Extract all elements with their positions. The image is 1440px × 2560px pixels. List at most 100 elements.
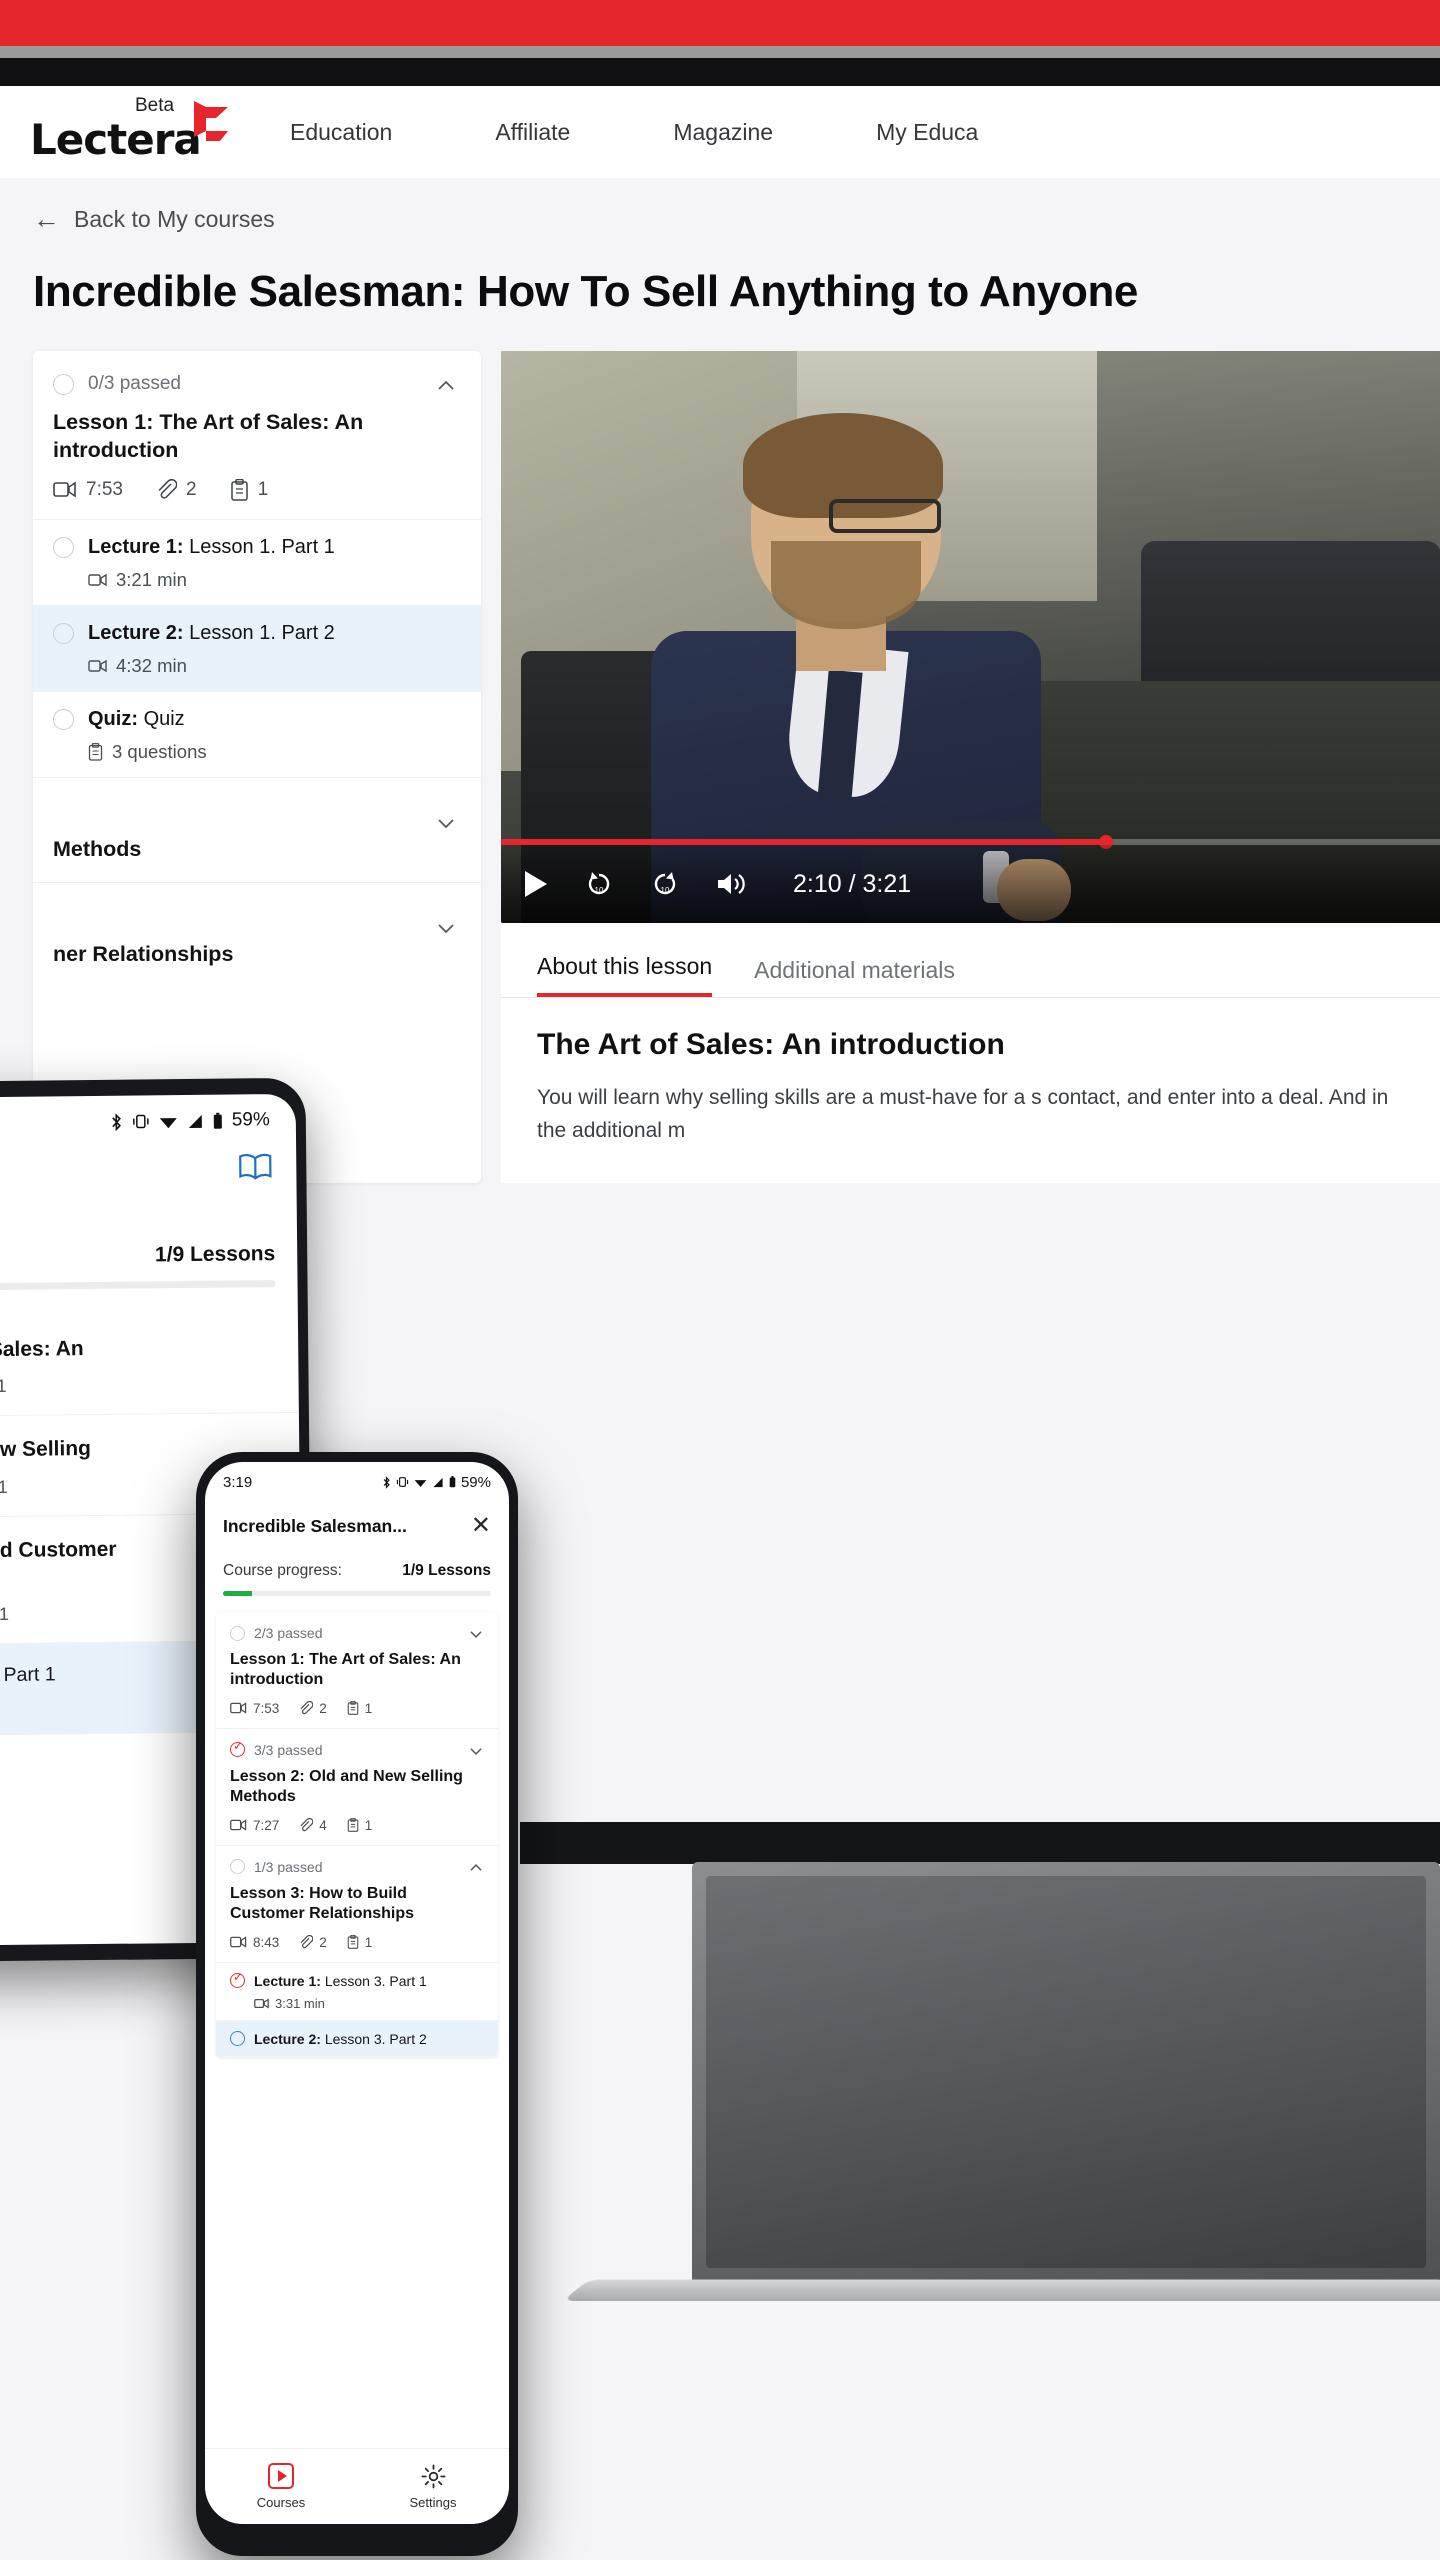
svg-text:10: 10: [661, 886, 670, 895]
lecture-2-number: Lecture 2:: [88, 621, 184, 644]
phone-mockup: 3:19 59% Incredible Salesman... ✕ Course…: [196, 1452, 518, 2556]
tablet-book-button[interactable]: [0, 1146, 296, 1184]
back-to-my-courses-link[interactable]: ← Back to My courses: [33, 178, 1440, 233]
lesson-list-panel: 0/3 passed Lesson 1: The Art of Sales: A…: [33, 351, 481, 1184]
phone-lesson-3-attachments-count: 2: [319, 1934, 327, 1950]
phone-lesson-1-head: 2/3 passed: [230, 1625, 484, 1641]
lecture-1-number: Lecture 1:: [88, 535, 184, 558]
chevron-up-icon[interactable]: [435, 375, 455, 395]
person-beard: [771, 541, 921, 629]
lecture-1-duration: 3:21 min: [53, 569, 457, 591]
lecture-1-top: Lecture 1: Lesson 1. Part 1: [53, 536, 457, 559]
laptop-mockup: [520, 1822, 1440, 2560]
vibrate-icon: [132, 1113, 150, 1129]
bluetooth-icon: [110, 1112, 123, 1131]
tablet-progress-value: 1/9 Lessons: [154, 1242, 276, 1267]
screenshot-stage: Lectera Beta Education Affiliate Magazin…: [0, 0, 1440, 2560]
chevron-down-icon[interactable]: [435, 812, 455, 832]
lecture-2-label: Lecture 2: Lesson 1. Part 2: [88, 622, 335, 645]
volume-icon[interactable]: [715, 870, 747, 898]
tablet-progress-bar: [0, 1280, 276, 1291]
tab-about-this-lesson[interactable]: About this lesson: [537, 953, 713, 997]
svg-text:10: 10: [595, 886, 604, 895]
nav-item-my-education[interactable]: My Educa: [876, 119, 978, 146]
video-camera-icon: [53, 481, 77, 498]
back-link-label: Back to My courses: [74, 206, 275, 232]
lecture-row-1[interactable]: Lecture 1: Lesson 1. Part 1 3:21 min: [33, 520, 481, 606]
phone-lesson-1-quizzes-count: 1: [364, 1700, 373, 1716]
battery-icon: [213, 1112, 223, 1129]
chevron-up-icon[interactable]: [468, 1860, 484, 1876]
phone-lecture-row-2[interactable]: Lecture 2: Lesson 3. Part 2: [216, 2020, 498, 2057]
nav-item-magazine[interactable]: Magazine: [673, 119, 773, 146]
play-icon[interactable]: [523, 869, 549, 899]
bluetooth-icon: [382, 1475, 391, 1489]
tablet-lesson-1-meta: 2 1: [0, 1373, 277, 1398]
tablet-status-bar: 59%: [0, 1094, 296, 1150]
phone-lesson-2-quizzes-count: 1: [364, 1817, 373, 1833]
phone-lesson-1-status-circle-icon: [230, 1625, 245, 1641]
phone-lesson-3-attachments: 2: [299, 1935, 327, 1950]
nav-item-affiliate[interactable]: Affiliate: [495, 119, 570, 146]
phone-tab-bar: Courses Settings: [205, 2448, 509, 2524]
lesson-1-quizzes: 1: [230, 478, 268, 501]
tablet-lesson-item-1[interactable]: e Art of Sales: An 2 1: [0, 1312, 299, 1418]
about-panel: The Art of Sales: An introduction You wi…: [501, 998, 1440, 1184]
lecture-1-label: Lecture 1: Lesson 1. Part 1: [88, 536, 335, 559]
forward-10-icon[interactable]: 10: [649, 868, 681, 900]
lesson-1-passed: 0/3 passed: [88, 373, 181, 394]
paperclip-icon: [299, 1818, 314, 1832]
phone-lecture-2-label: Lecture 2: Lesson 3. Part 2: [254, 2031, 427, 2047]
browser-red-bar: [0, 0, 1440, 46]
tablet-battery-percent: 59%: [231, 1109, 270, 1131]
quiz-top: Quiz: Quiz: [53, 708, 457, 731]
top-navbar: Lectera Beta Education Affiliate Magazin…: [0, 86, 1440, 178]
tablet-quizzes-3-count: 1: [0, 1604, 10, 1625]
phone-lesson-block-2[interactable]: 3/3 passed Lesson 2: Old and New Selling…: [216, 1729, 498, 1846]
wifi-icon: [159, 1114, 178, 1129]
phone-lesson-1-title: Lesson 1: The Art of Sales: An introduct…: [230, 1651, 461, 1689]
lesson-block-2[interactable]: Methods: [33, 778, 481, 883]
logo-beta-badge: Beta: [135, 95, 175, 116]
phone-lesson-2-title: Lesson 2: Old and New Selling Methods: [230, 1767, 463, 1806]
chevron-down-icon[interactable]: [435, 917, 455, 937]
phone-lesson-1-meta: 7:53 2 1: [230, 1701, 484, 1716]
close-icon[interactable]: ✕: [471, 1514, 491, 1538]
phone-lesson-2-quizzes: 1: [347, 1817, 373, 1833]
nav-item-education[interactable]: Education: [290, 119, 392, 146]
lecture-1-duration-text: 3:21 min: [116, 568, 187, 590]
laptop-base: [562, 2279, 1440, 2302]
phone-lecture-1-status-circle-icon: [230, 1970, 245, 1989]
paperclip-icon: [156, 479, 177, 500]
chevron-down-icon[interactable]: [468, 1743, 484, 1759]
tab-additional-materials[interactable]: Additional materials: [754, 957, 955, 997]
rewind-10-icon[interactable]: 10: [583, 868, 615, 900]
quiz-row[interactable]: Quiz: Quiz 3 questions: [33, 692, 481, 778]
lecture-row-2[interactable]: Lecture 2: Lesson 1. Part 2 4:32 min: [33, 605, 481, 692]
phone-progress-row: Course progress: 1/9 Lessons: [205, 1538, 509, 1580]
phone-lecture-1-number: Lecture 1:: [254, 1972, 321, 1989]
phone-clock: 3:19: [223, 1473, 253, 1491]
video-player[interactable]: 10 10 2:10 / 3:21: [501, 351, 1440, 923]
phone-lesson-3-title: Lesson 3: How to Build Customer Relation…: [230, 1884, 415, 1923]
phone-tab-settings[interactable]: Settings: [357, 2449, 509, 2524]
lesson-block-3[interactable]: ner Relationships: [33, 883, 481, 987]
phone-lecture-2-number: Lecture 2:: [254, 2030, 321, 2047]
tablet-quizzes-2-count: 1: [0, 1476, 8, 1497]
lesson-block-1[interactable]: 0/3 passed Lesson 1: The Art of Sales: A…: [33, 351, 481, 520]
phone-tab-courses[interactable]: Courses: [205, 2449, 357, 2524]
phone-lesson-2-attachments-count: 4: [319, 1817, 327, 1833]
phone-header: Incredible Salesman... ✕: [205, 1502, 509, 1538]
quiz-prefix: Quiz:: [88, 707, 138, 730]
phone-progress-label: Course progress:: [223, 1562, 342, 1579]
phone-lecture-row-1[interactable]: Lecture 1: Lesson 3. Part 1 3:31 min: [216, 1963, 498, 2021]
about-paragraph: You will learn why selling skills are a …: [537, 1086, 1389, 1142]
logo[interactable]: Lectera Beta: [30, 95, 245, 164]
phone-lesson-block-1[interactable]: 2/3 passed Lesson 1: The Art of Sales: A…: [216, 1612, 498, 1729]
chevron-down-icon[interactable]: [468, 1626, 484, 1642]
gear-icon: [421, 2464, 446, 2489]
phone-lesson-3-status-circle-icon: [230, 1859, 245, 1875]
laptop-screen: [706, 1876, 1426, 2268]
phone-lesson-block-3[interactable]: 1/3 passed Lesson 3: How to Build Custom…: [216, 1846, 498, 1963]
phone-lesson-1-quizzes: 1: [347, 1700, 373, 1716]
